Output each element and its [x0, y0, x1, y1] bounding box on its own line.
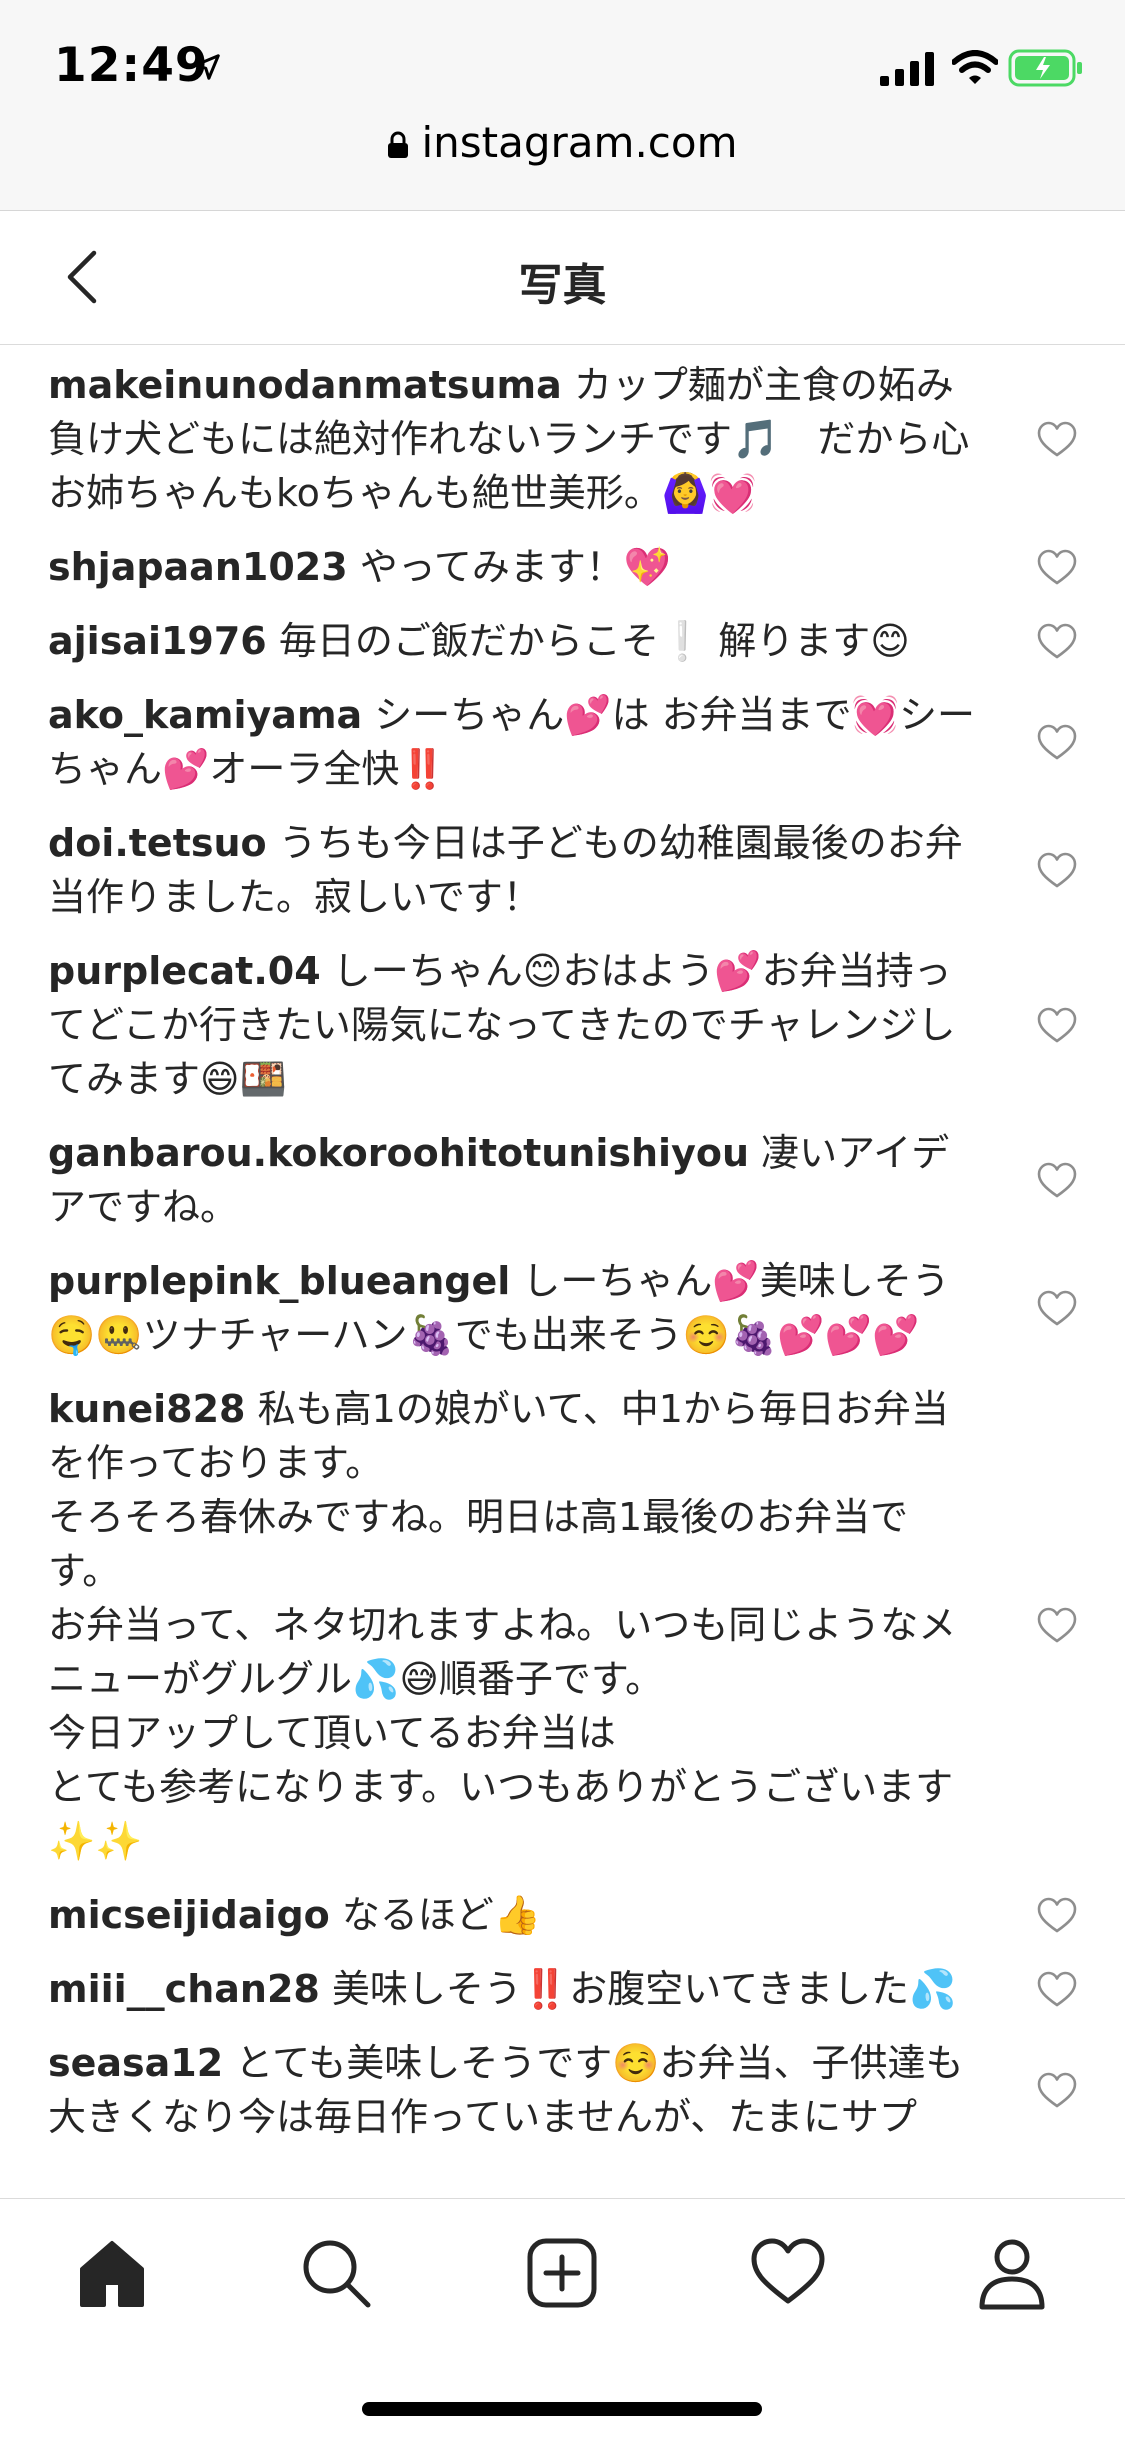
comment-text: kunei828 私も高1の娘がいて、中1から毎日お弁当を作っております。 そろ…	[48, 1382, 975, 1868]
heart-outline-icon[interactable]	[1037, 1897, 1077, 1933]
comment-username[interactable]: shjapaan1023	[48, 545, 348, 589]
comment-text: purplecat.04 しーちゃん😊おはよう💕お弁当持ってどこか行きたい陽気に…	[48, 944, 975, 1106]
url-text: instagram.com	[421, 118, 738, 167]
comment-row: makeinunodanmatsuma カップ麺が主食の妬み負け犬どもには絶対作…	[0, 358, 1125, 520]
comment-username[interactable]: doi.tetsuo	[48, 821, 267, 865]
heart-outline-icon[interactable]	[1037, 1007, 1077, 1043]
comment-text: miii__chan28 美味しそう‼️お腹空いてきました💦	[48, 1962, 975, 2016]
wifi-icon	[952, 50, 998, 84]
lock-icon	[388, 131, 409, 158]
comment-list[interactable]: makeinunodanmatsuma カップ麺が主食の妬み負け犬どもには絶対作…	[0, 358, 1125, 2198]
comment-row: purplepink_blueangel しーちゃん💕美味しそう🤤🤐ツナチャーハ…	[0, 1254, 1125, 1362]
status-time: 12:49	[54, 38, 209, 93]
comment-body: 美味しそう‼️お腹空いてきました💦	[319, 1967, 957, 2011]
status-bar: 12:49 instagram.com	[0, 0, 1125, 211]
heart-outline-icon[interactable]	[1037, 1290, 1077, 1326]
comment-row: micseijidaigo なるほど👍	[0, 1888, 1125, 1942]
comment-row: purplecat.04 しーちゃん😊おはよう💕お弁当持ってどこか行きたい陽気に…	[0, 944, 1125, 1106]
comment-text: ajisai1976 毎日のご飯だからこそ❕ 解ります😊	[48, 614, 975, 668]
comment-text: micseijidaigo なるほど👍	[48, 1888, 975, 1942]
url-bar[interactable]: instagram.com	[0, 118, 1125, 167]
comment-row: miii__chan28 美味しそう‼️お腹空いてきました💦	[0, 1962, 1125, 2016]
comment-text: purplepink_blueangel しーちゃん💕美味しそう🤤🤐ツナチャーハ…	[48, 1254, 975, 1362]
search-icon[interactable]	[298, 2235, 374, 2311]
comment-text: ako_kamiyama シーちゃん💕は お弁当まで💓シーちゃん💕オーラ全快‼️	[48, 688, 975, 796]
battery-icon	[1008, 49, 1082, 87]
comment-text: seasa12 とても美味しそうです☺️お弁当、子供達も大きくなり今は毎日作って…	[48, 2036, 975, 2144]
comment-body: 私も高1の娘がいて、中1から毎日お弁当を作っております。 そろそろ春休みですね。…	[48, 1387, 957, 1863]
page-title: 写真	[518, 260, 607, 311]
comment-body: なるほど👍	[329, 1893, 542, 1937]
comment-text: shjapaan1023 やってみます！💖	[48, 540, 975, 594]
comment-username[interactable]: ajisai1976	[48, 619, 267, 663]
comment-text: doi.tetsuo うちも今日は子どもの幼稚園最後のお弁当作りました。寂しいで…	[48, 816, 975, 924]
comment-row: ganbarou.kokoroohitotunishiyou 凄いアイデアですね…	[0, 1126, 1125, 1234]
page-header: 写真	[0, 211, 1125, 345]
profile-icon[interactable]	[974, 2235, 1050, 2311]
comment-text: ganbarou.kokoroohitotunishiyou 凄いアイデアですね…	[48, 1126, 975, 1234]
comment-row: ajisai1976 毎日のご飯だからこそ❕ 解ります😊	[0, 614, 1125, 668]
comment-row: doi.tetsuo うちも今日は子どもの幼稚園最後のお弁当作りました。寂しいで…	[0, 816, 1125, 924]
comment-text: makeinunodanmatsuma カップ麺が主食の妬み負け犬どもには絶対作…	[48, 358, 975, 520]
heart-outline-icon[interactable]	[1037, 549, 1077, 585]
comment-username[interactable]: ako_kamiyama	[48, 693, 362, 737]
home-indicator[interactable]	[362, 2402, 762, 2416]
heart-outline-icon[interactable]	[1037, 1607, 1077, 1643]
new-post-icon[interactable]	[524, 2235, 600, 2311]
heart-outline-icon[interactable]	[1037, 623, 1077, 659]
comment-username[interactable]: micseijidaigo	[48, 1893, 330, 1937]
comment-username[interactable]: purplepink_blueangel	[48, 1259, 510, 1303]
heart-outline-icon[interactable]	[1037, 724, 1077, 760]
heart-outline-icon[interactable]	[1037, 2072, 1077, 2108]
comment-body: 毎日のご飯だからこそ❕ 解ります😊	[266, 619, 910, 663]
heart-outline-icon[interactable]	[1037, 852, 1077, 888]
cellular-signal-icon	[880, 52, 934, 86]
comment-body: やってみます！💖	[347, 545, 672, 589]
comment-username[interactable]: miii__chan28	[48, 1967, 320, 2011]
activity-heart-icon[interactable]	[750, 2235, 826, 2311]
comment-username[interactable]: ganbarou.kokoroohitotunishiyou	[48, 1131, 749, 1175]
location-arrow-icon	[194, 54, 220, 80]
comment-row: ako_kamiyama シーちゃん💕は お弁当まで💓シーちゃん💕オーラ全快‼️	[0, 688, 1125, 796]
home-icon[interactable]	[74, 2235, 150, 2311]
comment-row: shjapaan1023 やってみます！💖	[0, 540, 1125, 594]
comment-row: seasa12 とても美味しそうです☺️お弁当、子供達も大きくなり今は毎日作って…	[0, 2036, 1125, 2144]
comment-username[interactable]: kunei828	[48, 1387, 246, 1431]
comment-username[interactable]: purplecat.04	[48, 949, 321, 993]
heart-outline-icon[interactable]	[1037, 1971, 1077, 2007]
comment-username[interactable]: makeinunodanmatsuma	[48, 363, 562, 407]
heart-outline-icon[interactable]	[1037, 421, 1077, 457]
comment-row: kunei828 私も高1の娘がいて、中1から毎日お弁当を作っております。 そろ…	[0, 1382, 1125, 1868]
heart-outline-icon[interactable]	[1037, 1162, 1077, 1198]
comment-username[interactable]: seasa12	[48, 2041, 223, 2085]
